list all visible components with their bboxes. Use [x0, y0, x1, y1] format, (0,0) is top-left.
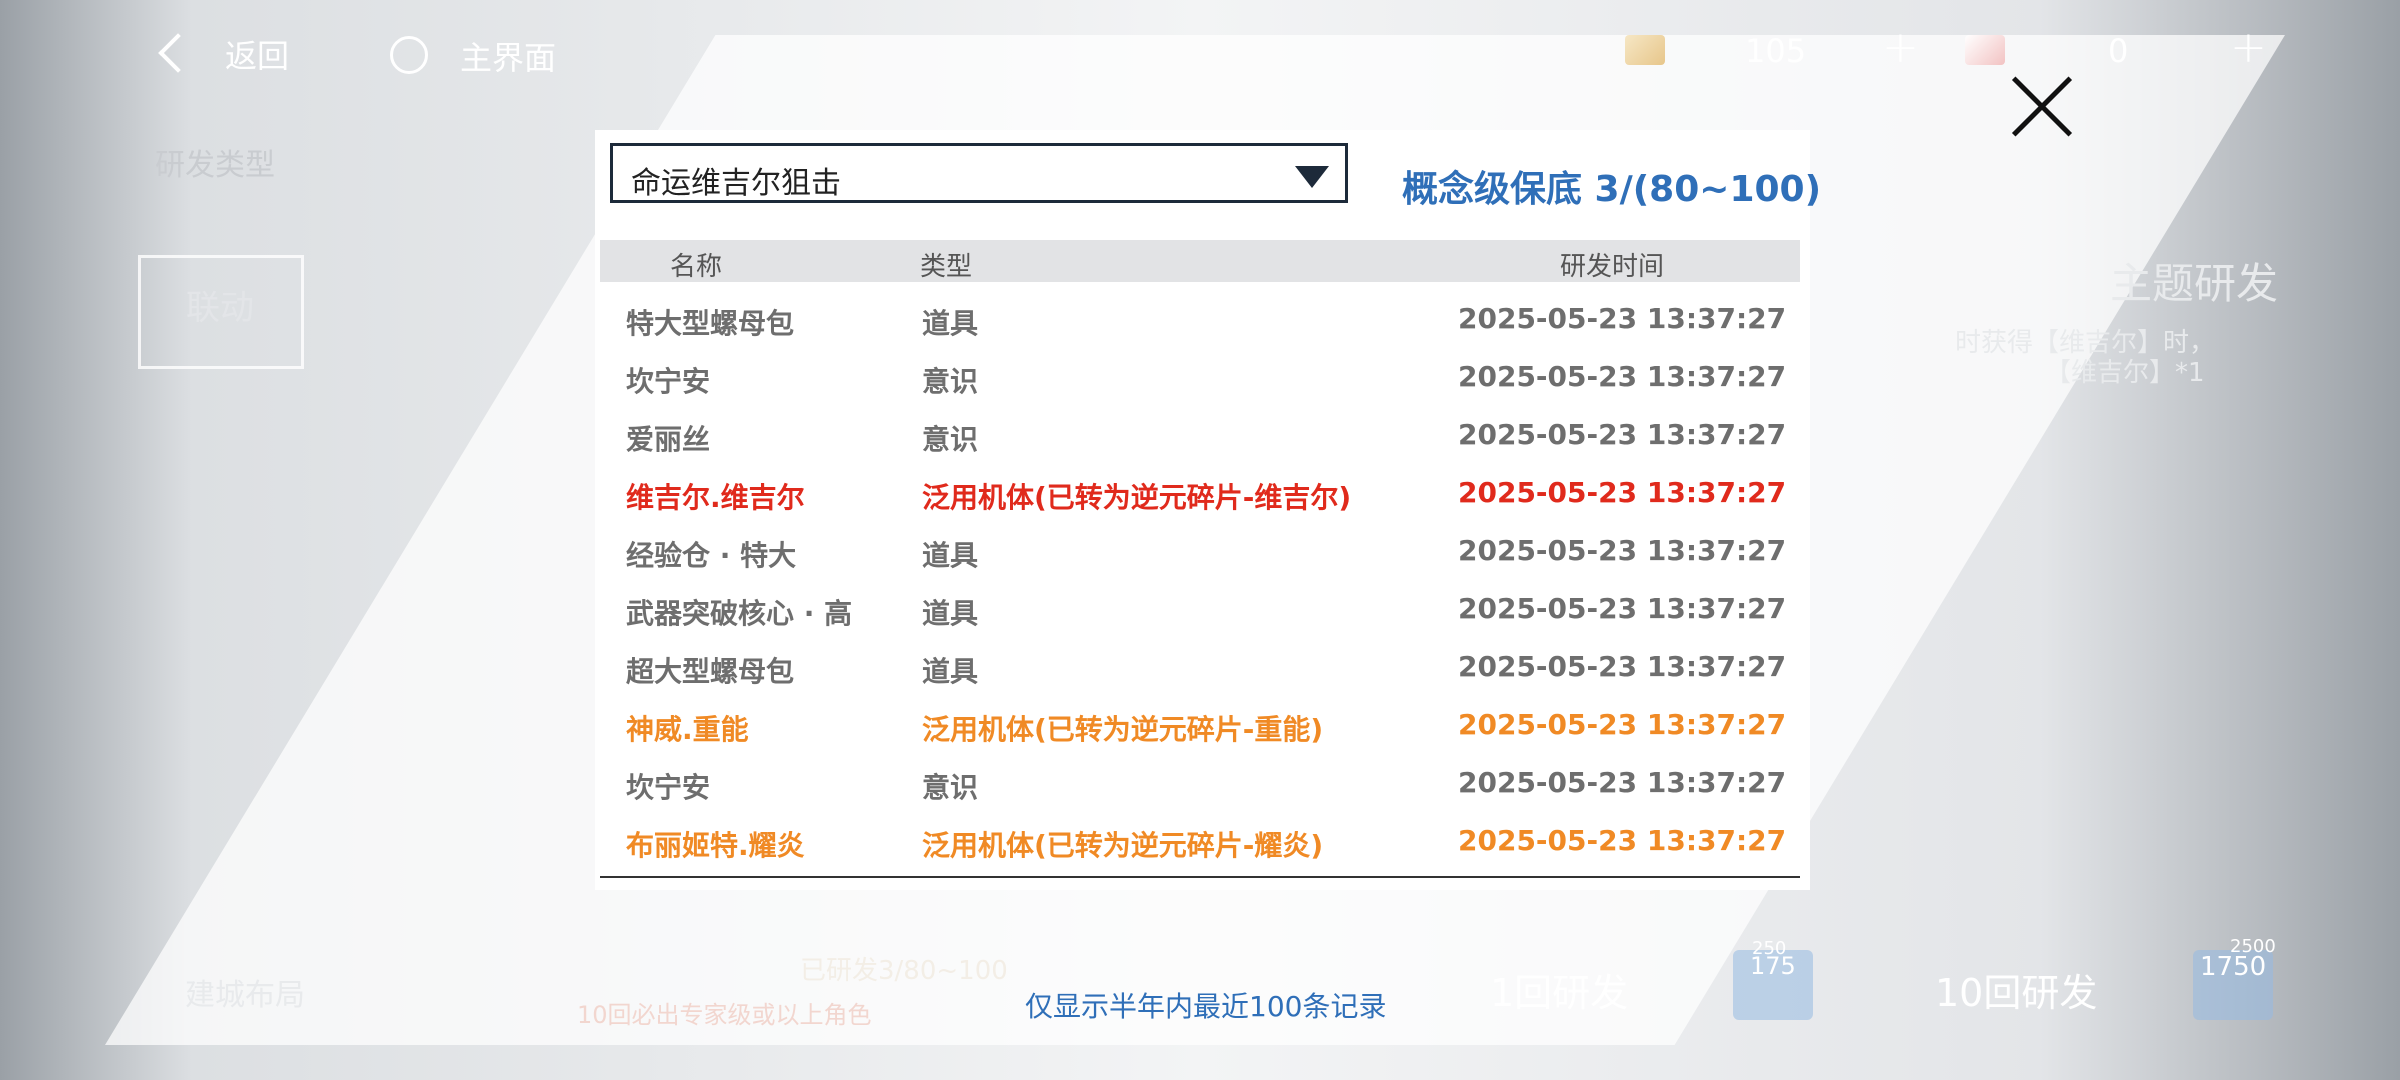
column-name: 名称 [670, 252, 723, 282]
pity-counter: 概念级保底 3/(80~100) [1402, 169, 1822, 210]
dropdown-selected-label: 命运维吉尔狙击 [631, 166, 841, 201]
guarantee-text: 10回必出专家级或以上角色 [577, 1001, 872, 1029]
home-button[interactable]: 主界面 [385, 25, 585, 80]
ten-draw-button[interactable]: 10回研发 [1935, 962, 2097, 1017]
record-type: 道具 [922, 539, 979, 572]
record-time: 2025-05-23 13:37:27 [1458, 824, 1787, 857]
caret-down-icon [1295, 166, 1329, 188]
bottom-left-label: 建城布局 [185, 978, 305, 1013]
theme-desc-2: 【维吉尔】*1 [2045, 358, 2205, 388]
record-time: 2025-05-23 13:37:27 [1458, 766, 1787, 799]
record-time: 2025-05-23 13:37:27 [1458, 534, 1787, 567]
record-name: 坎宁安 [626, 365, 711, 398]
record-time: 2025-05-23 13:37:27 [1458, 302, 1787, 335]
record-time: 2025-05-23 13:37:27 [1458, 476, 1787, 509]
table-row: 超大型螺母包 道具 2025-05-23 13:37:27 [600, 638, 1800, 696]
record-name: 特大型螺母包 [626, 307, 795, 340]
back-label: 返回 [225, 37, 290, 75]
record-type: 道具 [922, 597, 979, 630]
record-type: 意识 [922, 771, 979, 804]
record-name: 坎宁安 [626, 771, 711, 804]
theme-title: 主题研发 [2110, 259, 2279, 308]
record-type: 意识 [922, 423, 979, 456]
single-cost: 175 [1750, 952, 1796, 980]
record-time: 2025-05-23 13:37:27 [1458, 650, 1787, 683]
research-type-label: 研发类型 [155, 148, 275, 183]
table-row: 维吉尔.维吉尔 泛用机体(已转为逆元碎片-维吉尔) 2025-05-23 13:… [600, 464, 1800, 522]
single-draw-button[interactable]: 1回研发 [1490, 962, 1628, 1017]
banner-select-dropdown[interactable]: 命运维吉尔狙击 [610, 143, 1348, 203]
record-time: 2025-05-23 13:37:27 [1458, 592, 1787, 625]
table-row: 特大型螺母包 道具 2025-05-23 13:37:27 [600, 290, 1800, 348]
record-name: 爱丽丝 [626, 423, 711, 456]
badge-left-box[interactable]: 联动 [138, 255, 304, 369]
column-time: 研发时间 [1560, 252, 1665, 282]
resource1-value: 105 [1745, 32, 1807, 70]
table-row: 布丽姬特.耀炎 泛用机体(已转为逆元碎片-耀炎) 2025-05-23 13:3… [600, 812, 1800, 870]
resource2-add-button[interactable]: + [2230, 22, 2267, 73]
record-name: 神威.重能 [626, 713, 749, 746]
record-type: 道具 [922, 307, 979, 340]
record-type: 泛用机体(已转为逆元碎片-重能) [922, 713, 1324, 746]
column-type: 类型 [920, 252, 973, 282]
record-name: 武器突破核心 · 高 [626, 597, 853, 630]
record-type: 道具 [922, 655, 979, 688]
badge-left-label: 联动 [186, 288, 254, 328]
table-row: 武器突破核心 · 高 道具 2025-05-23 13:37:27 [600, 580, 1800, 638]
resource2-icon [1965, 35, 2005, 65]
table-row: 爱丽丝 意识 2025-05-23 13:37:27 [600, 406, 1800, 464]
table-row: 经验仓 · 特大 道具 2025-05-23 13:37:27 [600, 522, 1800, 580]
home-label: 主界面 [460, 39, 557, 77]
close-icon[interactable] [2008, 74, 2074, 140]
record-time: 2025-05-23 13:37:27 [1458, 708, 1787, 741]
record-type: 意识 [922, 365, 979, 398]
resource1-add-button[interactable]: + [1882, 22, 1919, 73]
record-time: 2025-05-23 13:37:27 [1458, 418, 1787, 451]
table-bottom-divider [600, 876, 1800, 878]
record-type: 泛用机体(已转为逆元碎片-维吉尔) [922, 481, 1352, 514]
resource2-value: 0 [2108, 32, 2129, 70]
table-row: 坎宁安 意识 2025-05-23 13:37:27 [600, 348, 1800, 406]
footer-note: 仅显示半年内最近100条记录 [1025, 990, 1387, 1023]
ten-cost: 1750 [2200, 952, 2267, 982]
chevron-left-icon [158, 33, 198, 73]
record-time: 2025-05-23 13:37:27 [1458, 360, 1787, 393]
back-button[interactable]: 返回 [150, 25, 300, 80]
table-header: 名称 类型 研发时间 [600, 240, 1800, 282]
record-name: 超大型螺母包 [626, 655, 795, 688]
concept-progress: 已研发3/80~100 [800, 956, 1008, 986]
table-row: 坎宁安 意识 2025-05-23 13:37:27 [600, 754, 1800, 812]
home-circle-icon [390, 36, 428, 74]
resource1-icon [1625, 35, 1665, 65]
record-name: 维吉尔.维吉尔 [626, 481, 805, 514]
table-row: 神威.重能 泛用机体(已转为逆元碎片-重能) 2025-05-23 13:37:… [600, 696, 1800, 754]
record-name: 经验仓 · 特大 [626, 539, 797, 572]
record-type: 泛用机体(已转为逆元碎片-耀炎) [922, 829, 1324, 862]
record-name: 布丽姬特.耀炎 [626, 829, 805, 862]
